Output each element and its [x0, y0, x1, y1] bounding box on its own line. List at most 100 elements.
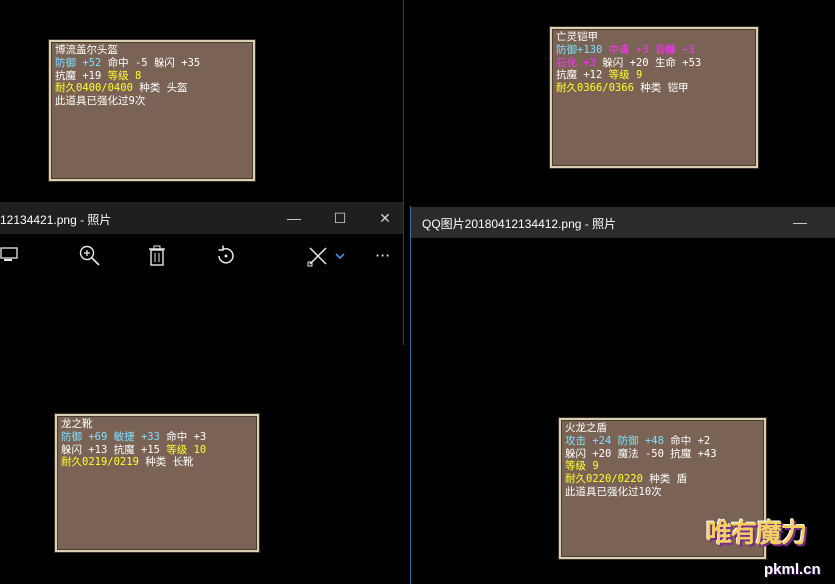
photos-window-right-titlebar[interactable]: QQ图片20180412134412.png - 照片 —	[411, 207, 835, 238]
stat-line-1: 防御 +69 敏捷 +33 命中 +3	[61, 431, 253, 444]
maximize-button[interactable]: ☐	[322, 206, 358, 230]
stat-value: +15	[140, 443, 160, 456]
stat-line-4: 耐久0220/0220 种类 盾	[565, 473, 760, 486]
stat-value: 9	[635, 69, 643, 82]
watermark-url: pkml.cn	[764, 561, 821, 578]
item-name: 博流盖尔头盔	[55, 44, 118, 56]
durability: 耐久0366/0366	[556, 82, 634, 95]
edit-create-icon[interactable]	[307, 244, 337, 270]
enhance-note: 此道具已强化过10次	[565, 485, 662, 498]
rotate-icon[interactable]	[214, 244, 244, 270]
stat-label: 敏捷	[113, 430, 135, 443]
stat-label: 防御	[55, 56, 76, 69]
durability: 耐久0400/0400	[55, 82, 133, 95]
stat-label: 昏睡	[654, 43, 676, 56]
slideshow-icon[interactable]	[0, 244, 30, 270]
durability: 耐久0220/0220	[565, 473, 643, 486]
stat-value: +13	[88, 443, 108, 456]
stat-value: +52	[82, 56, 102, 69]
minimize-button[interactable]: —	[276, 206, 312, 230]
stat-label: 等级	[565, 460, 586, 473]
stat-value: +20	[629, 56, 649, 69]
enhance-note: 此道具已强化过9次	[55, 95, 146, 108]
stat-label: 生命	[654, 56, 676, 69]
stat-value: +3	[682, 43, 695, 56]
stat-line-4: 耐久0366/0366 种类 铠甲	[556, 82, 752, 95]
stat-value: +24	[592, 434, 612, 447]
stat-label: 命中	[166, 430, 188, 443]
stat-label: 防御	[61, 430, 82, 443]
stat-label: 抗魔	[113, 443, 135, 456]
stat-line-2: 躲闪 +20 魔法 -50 抗魔 +43	[565, 448, 760, 461]
right-window-border	[410, 206, 411, 584]
stat-value: -5	[134, 56, 148, 69]
window-title: QQ图片20180412134412.png - 照片	[422, 217, 617, 231]
stat-line-3: 等级 9	[565, 460, 760, 473]
stat-value: +2	[697, 434, 711, 447]
chevron-down-icon[interactable]	[334, 244, 348, 270]
stat-label: 魔法	[617, 447, 639, 460]
stat-label: 石化	[556, 56, 577, 69]
stat-label: 躲闪	[153, 56, 175, 69]
stat-line-1: 防御+130 中毒 +3 昏睡 +3	[556, 44, 752, 57]
stat-label: 攻击	[565, 434, 586, 447]
item-name: 龙之靴	[61, 418, 93, 430]
stat-label: 等级	[608, 69, 630, 82]
durability: 耐久0219/0219	[61, 456, 139, 469]
stat-label: 命中	[670, 434, 692, 447]
stat-value: 10	[193, 443, 207, 456]
stat-line-1: 攻击 +24 防御 +48 命中 +2	[565, 435, 760, 448]
stat-label: 种类	[640, 82, 662, 95]
stat-value: 长靴	[172, 456, 194, 469]
stat-value: 8	[134, 69, 142, 82]
stat-label: 躲闪	[602, 56, 624, 69]
stat-value: +33	[140, 430, 160, 443]
stat-value: +3	[583, 56, 596, 69]
watermark-logo: 唯有魔力	[706, 513, 807, 550]
delete-icon[interactable]	[146, 244, 176, 270]
stat-line-2: 抗魔 +19 等级 8	[55, 70, 249, 83]
item-name: 亡灵铠甲	[556, 31, 598, 43]
vertical-divider-top	[403, 0, 404, 345]
photos-window-left-titlebar[interactable]: 12134421.png - 照片 — ☐ ✕	[0, 202, 403, 234]
stat-value: +43	[697, 447, 717, 460]
stat-value: +48	[644, 434, 664, 447]
stat-label: 防御	[617, 434, 639, 447]
close-button[interactable]: ✕	[367, 206, 403, 230]
stat-label: 抗魔	[55, 69, 76, 82]
stat-label: 命中	[107, 56, 129, 69]
stat-label: 种类	[145, 456, 167, 469]
stat-line-3: 耐久0219/0219 种类 长靴	[61, 456, 253, 469]
stat-value: 防御+130	[556, 43, 603, 56]
stat-label: 等级	[107, 69, 129, 82]
window-title: 12134421.png - 照片	[0, 213, 112, 227]
watermark-brand: 唯有魔力	[706, 518, 807, 548]
stat-value: +12	[583, 69, 603, 82]
stat-label: 躲闪	[565, 447, 586, 460]
stat-line-3: 抗魔 +12 等级 9	[556, 69, 752, 82]
item-name: 火龙之盾	[565, 422, 607, 434]
stat-value: 铠甲	[667, 82, 689, 95]
stat-label: 种类	[139, 82, 161, 95]
item-tooltip-armor: 亡灵铠甲 防御+130 中毒 +3 昏睡 +3 石化 +3 躲闪 +20 生命 …	[550, 27, 758, 168]
stat-value: 头盔	[166, 82, 188, 95]
item-tooltip-helmet: 博流盖尔头盔 防御 +52 命中 -5 躲闪 +35 抗魔 +19 等级 8 耐…	[49, 40, 255, 181]
more-options-icon[interactable]: ···	[375, 246, 390, 265]
stat-value: +35	[181, 56, 201, 69]
stat-label: 种类	[649, 473, 671, 486]
stat-value: 9	[592, 460, 599, 473]
minimize-button[interactable]: —	[782, 210, 818, 234]
stat-label: 中毒	[608, 43, 630, 56]
stat-label: 躲闪	[61, 443, 82, 456]
stat-value: +20	[592, 447, 612, 460]
zoom-in-icon[interactable]	[78, 244, 108, 270]
stat-value: +19	[82, 69, 102, 82]
stat-value: 盾	[676, 473, 688, 486]
stat-value: +53	[682, 56, 702, 69]
item-tooltip-boots: 龙之靴 防御 +69 敏捷 +33 命中 +3 躲闪 +13 抗魔 +15 等级…	[55, 414, 259, 552]
stat-label: 等级	[166, 443, 188, 456]
stat-label: 抗魔	[556, 69, 577, 82]
stat-label: 抗魔	[670, 447, 692, 460]
stat-value: +3	[635, 43, 649, 56]
stat-value: +69	[88, 430, 108, 443]
